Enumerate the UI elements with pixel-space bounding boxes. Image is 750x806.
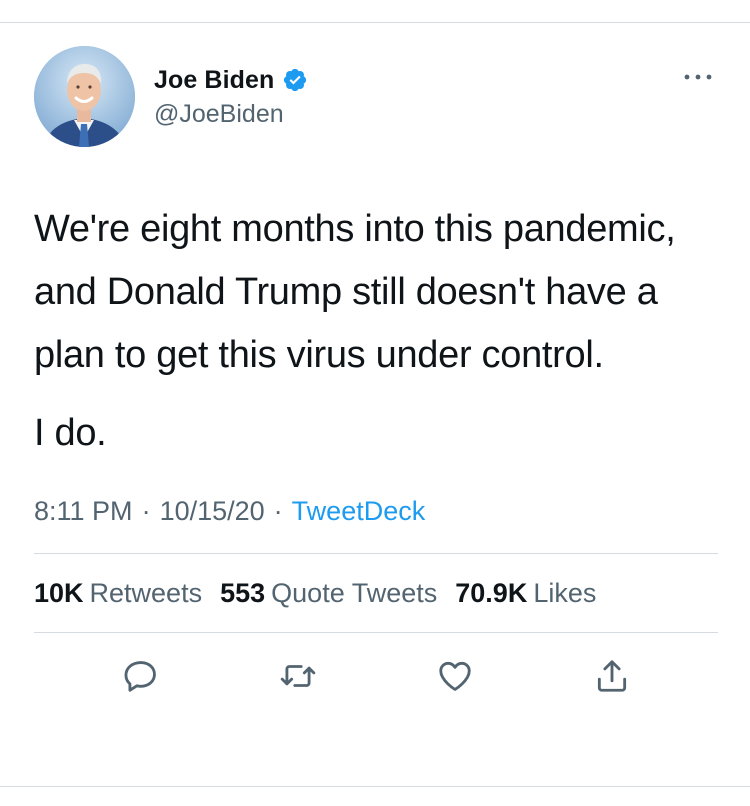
avatar-photo: [34, 46, 135, 147]
author-display-name[interactable]: Joe Biden: [154, 66, 274, 95]
meta-separator: ·: [273, 495, 283, 526]
bottom-divider: [0, 786, 750, 787]
likes-label: Likes: [533, 577, 597, 608]
tweet-card: Joe Biden @JoeBiden We're eight months i…: [34, 40, 718, 719]
tweet-date[interactable]: 10/15/20: [160, 496, 265, 527]
reply-icon[interactable]: [119, 654, 163, 698]
retweets-count: 10K: [34, 577, 84, 608]
like-icon[interactable]: [433, 654, 477, 698]
tweet-source-link[interactable]: TweetDeck: [292, 496, 426, 527]
name-row: Joe Biden: [154, 64, 308, 96]
share-icon[interactable]: [590, 654, 634, 698]
more-options-icon[interactable]: [682, 70, 714, 82]
tweet-text: We're eight months into this pandemic, a…: [34, 198, 718, 465]
tweet-actions: [34, 633, 718, 719]
likes-count: 70.9K: [455, 577, 528, 608]
avatar[interactable]: [34, 46, 135, 147]
retweets-stat[interactable]: 10K Retweets: [34, 578, 202, 609]
tweet-stats: 10K Retweets 553 Quote Tweets 70.9K Likes: [34, 554, 718, 632]
retweet-icon[interactable]: [276, 654, 320, 698]
tweet-paragraph: We're eight months into this pandemic, a…: [34, 208, 676, 376]
author-block: Joe Biden @JoeBiden: [154, 64, 308, 129]
quote-tweets-count: 553: [220, 577, 266, 608]
quote-tweets-label: Quote Tweets: [271, 577, 438, 608]
likes-stat[interactable]: 70.9K Likes: [455, 578, 596, 609]
meta-separator: ·: [141, 495, 151, 526]
verified-badge-icon: [282, 67, 308, 93]
author-handle[interactable]: @JoeBiden: [154, 100, 308, 129]
tweet-meta: 8:11 PM · 10/15/20 · TweetDeck: [34, 491, 718, 531]
tweet-paragraph: I do.: [34, 412, 107, 454]
quote-tweets-stat[interactable]: 553 Quote Tweets: [220, 578, 437, 609]
retweets-label: Retweets: [89, 577, 203, 608]
tweet-header: Joe Biden @JoeBiden: [34, 40, 718, 152]
tweet-time[interactable]: 8:11 PM: [34, 496, 133, 527]
top-divider: [0, 22, 750, 23]
